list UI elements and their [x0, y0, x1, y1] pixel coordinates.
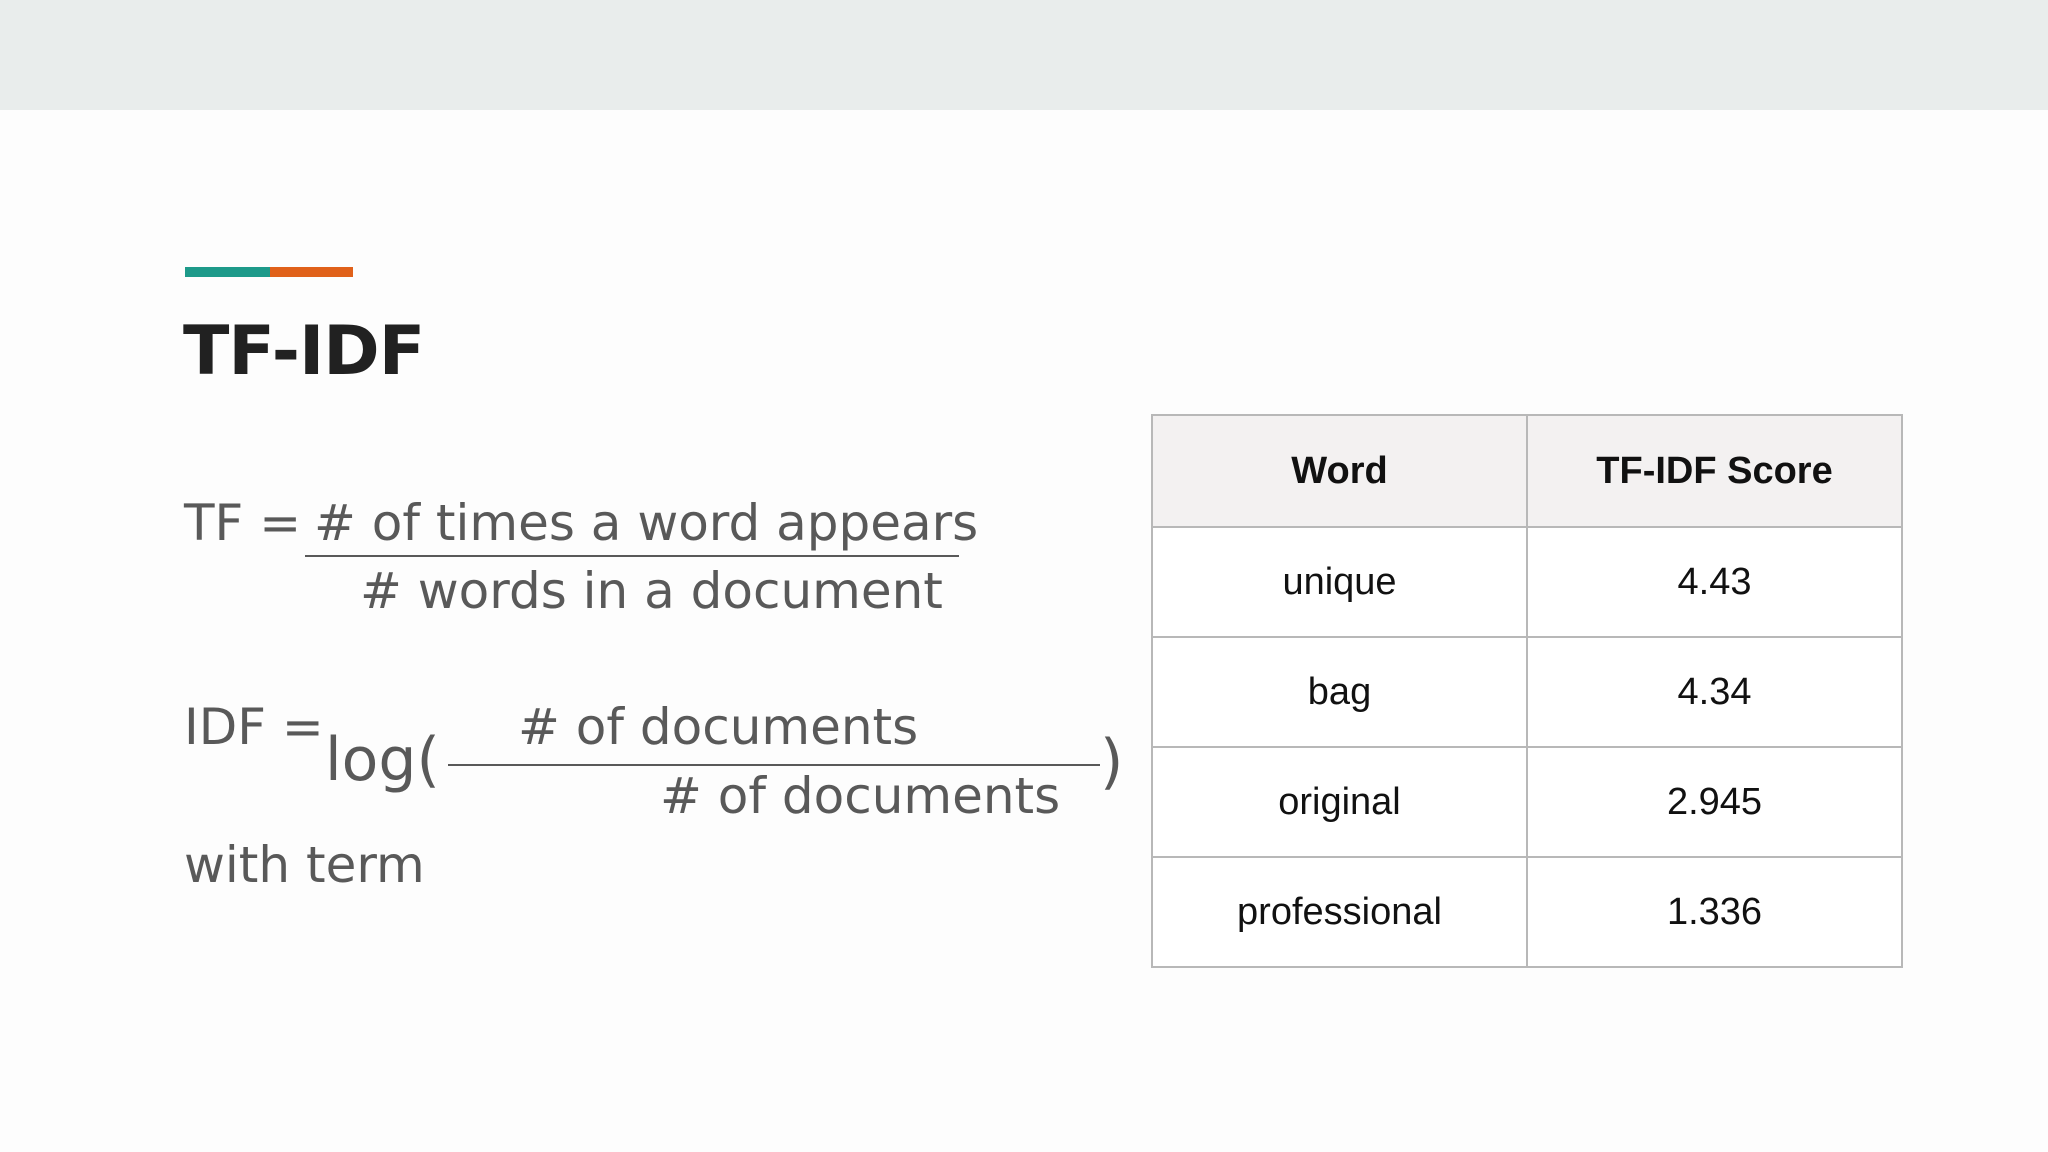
table-header-row: Word TF-IDF Score: [1151, 414, 1903, 528]
cell-word: original: [1151, 746, 1528, 858]
cell-word: bag: [1151, 636, 1528, 748]
top-band: [0, 0, 2048, 110]
idf-close-paren: ): [1100, 727, 1124, 797]
idf-denominator: # of documents: [660, 767, 1061, 825]
idf-fraction-line: [448, 764, 1100, 766]
cell-score: 4.43: [1526, 526, 1903, 638]
tf-label: TF =: [184, 494, 302, 552]
table-row: professional 1.336: [1151, 856, 1903, 968]
tfidf-score-table: Word TF-IDF Score unique 4.43 bag 4.34 o…: [1151, 414, 1903, 968]
accent-bar-orange: [270, 267, 353, 277]
header-score: TF-IDF Score: [1526, 414, 1903, 528]
idf-numerator: # of documents: [518, 698, 919, 756]
cell-score: 1.336: [1526, 856, 1903, 968]
table-row: original 2.945: [1151, 746, 1903, 858]
slide-title: TF-IDF: [183, 312, 425, 391]
cell-score: 4.34: [1526, 636, 1903, 748]
tf-denominator: # words in a document: [360, 562, 943, 620]
accent-bar-teal: [185, 267, 270, 277]
idf-continuation: with term: [184, 836, 425, 894]
table-row: bag 4.34: [1151, 636, 1903, 748]
tf-numerator: # of times a word appears: [314, 494, 979, 552]
idf-label: IDF =: [184, 698, 324, 756]
idf-log-open: log(: [325, 725, 440, 795]
cell-word: unique: [1151, 526, 1528, 638]
tf-fraction-line: [305, 555, 959, 557]
cell-score: 2.945: [1526, 746, 1903, 858]
cell-word: professional: [1151, 856, 1528, 968]
table-row: unique 4.43: [1151, 526, 1903, 638]
header-word: Word: [1151, 414, 1528, 528]
